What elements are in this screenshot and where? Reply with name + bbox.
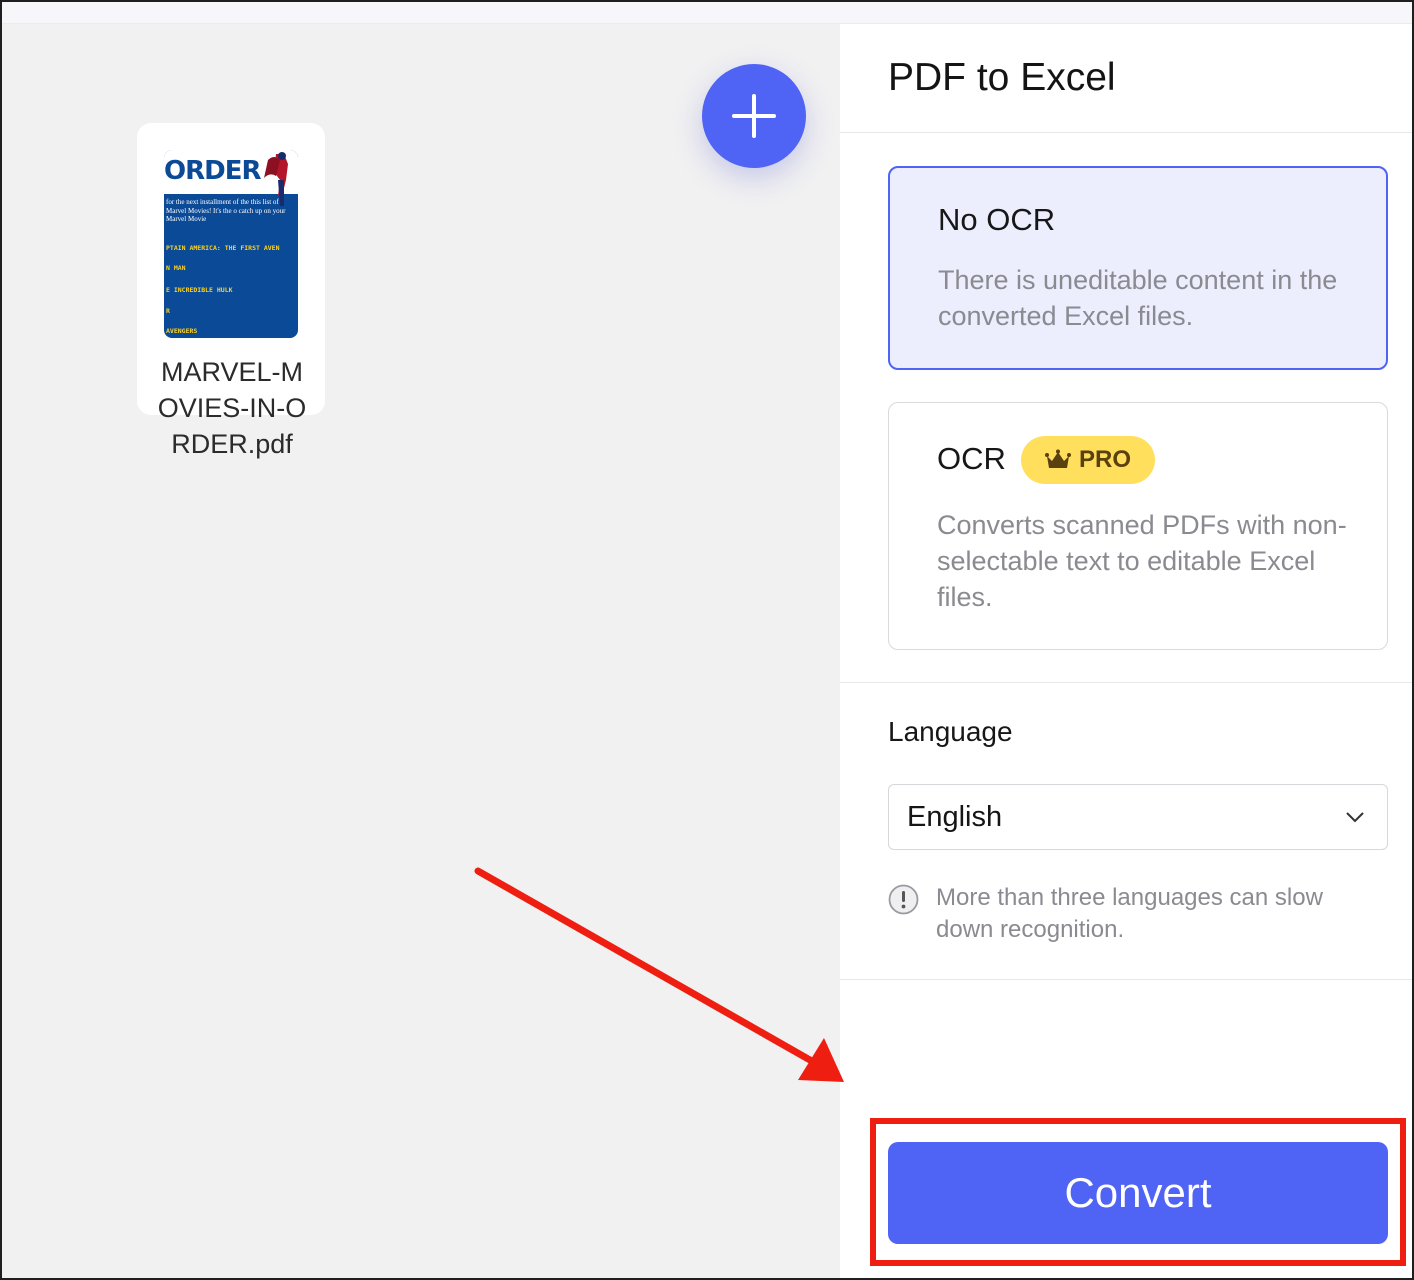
chevron-down-icon (1346, 812, 1364, 823)
convert-button[interactable]: Convert (888, 1142, 1388, 1244)
app-window: ORDER for the next installment of the th… (0, 0, 1414, 1280)
language-label: Language (888, 716, 1013, 747)
crown-icon (1044, 449, 1071, 468)
option-description: There is uneditable content in the conve… (938, 265, 1338, 331)
thumbnail-header: ORDER (164, 150, 298, 206)
add-file-button[interactable] (702, 64, 806, 168)
thumbnail-blurb: for the next installment of the this lis… (166, 198, 286, 223)
thumbnail-list-item: N MAN (166, 264, 186, 272)
conversion-panel: PDF to Excel No OCR There is uneditable … (840, 24, 1412, 1278)
divider (840, 132, 1412, 133)
language-select[interactable]: English (888, 784, 1388, 850)
pdf-thumbnail: ORDER for the next installment of the th… (164, 150, 298, 338)
file-workspace (2, 24, 838, 1278)
thumbnail-title: ORDER (164, 156, 261, 186)
divider (840, 979, 1412, 980)
option-no-ocr[interactable]: No OCR There is uneditable content in th… (888, 166, 1388, 370)
thumbnail-list-item: R (166, 307, 170, 315)
language-warning: More than three languages can slow down … (936, 884, 1323, 943)
thumbnail-list-item: PTAIN AMERICA: THE FIRST AVEN (166, 244, 280, 252)
thumbnail-list-item: AVENGERS (166, 327, 198, 335)
option-title: OCR (937, 441, 1006, 476)
language-select-value: English (907, 801, 1003, 833)
top-bar (2, 2, 1412, 24)
pro-badge-label: PRO (1078, 446, 1131, 473)
option-description: Converts scanned PDFs with non-selectabl… (937, 510, 1347, 612)
option-title: No OCR (938, 202, 1056, 237)
thumbnail-list-item: E INCREDIBLE HULK (166, 286, 233, 294)
panel-title: PDF to Excel (888, 56, 1116, 99)
divider (840, 682, 1412, 683)
option-ocr[interactable]: OCR PRO Converts scanned PDFs with non-s… (888, 402, 1388, 650)
info-icon (888, 884, 919, 915)
file-name: MARVEL-MOVIES-IN-ORDER.pdf (157, 357, 307, 459)
pro-badge: PRO (1021, 436, 1155, 484)
